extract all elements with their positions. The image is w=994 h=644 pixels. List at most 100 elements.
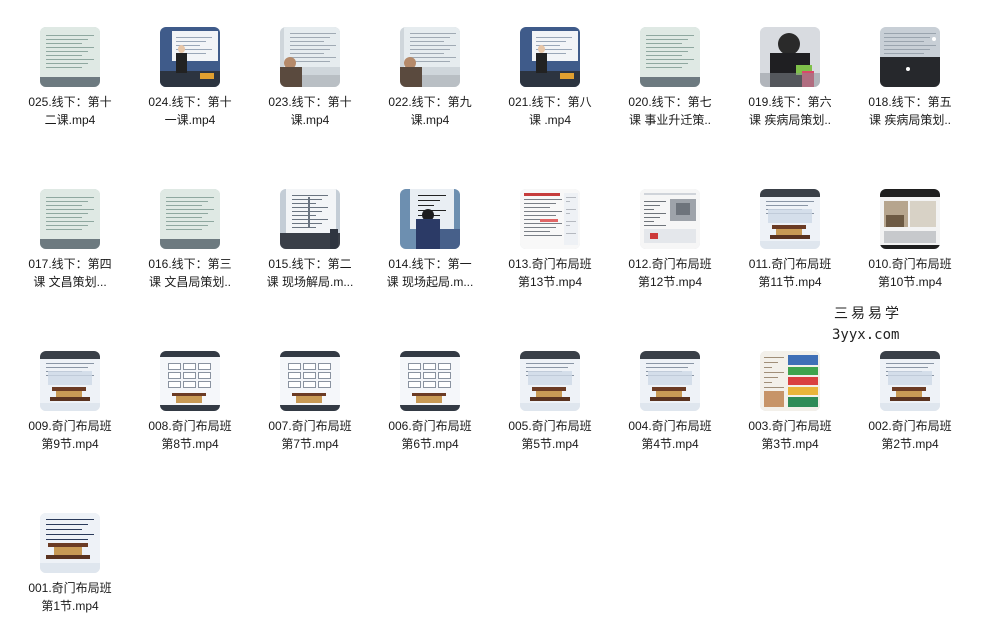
video-thumbnail[interactable] (160, 27, 220, 87)
file-name-line1: 009.奇门布局班 (28, 419, 112, 433)
file-item[interactable]: 023.线下：第十 课.mp4 (255, 27, 365, 177)
file-item[interactable]: 002.奇门布局班 第2节.mp4 (855, 351, 965, 501)
file-name: 020.线下：第七课 事业升迁策.. (615, 93, 725, 129)
file-name-line1: 005.奇门布局班 (508, 419, 592, 433)
file-name: 017.线下：第四课 文昌策划... (15, 255, 125, 291)
video-thumbnail[interactable] (40, 27, 100, 87)
file-name-line1: 019.线下：第六 (748, 95, 832, 109)
video-thumbnail[interactable] (640, 351, 700, 411)
video-thumbnail[interactable] (280, 27, 340, 87)
file-name-line1: 003.奇门布局班 (748, 419, 832, 433)
file-name-line2: 一课.mp4 (164, 113, 216, 127)
file-name-line2: 第12节.mp4 (637, 275, 703, 289)
file-name-line2: 课 疾病局策划.. (868, 113, 951, 127)
video-thumbnail[interactable] (640, 189, 700, 249)
file-item[interactable]: 005.奇门布局班 第5节.mp4 (495, 351, 605, 501)
video-thumbnail[interactable] (520, 189, 580, 249)
video-thumbnail[interactable] (160, 189, 220, 249)
video-thumbnail[interactable] (280, 351, 340, 411)
file-name: 009.奇门布局班 第9节.mp4 (15, 417, 125, 453)
file-name-line2: 第1节.mp4 (41, 599, 99, 613)
video-thumbnail[interactable] (520, 351, 580, 411)
file-name-line1: 016.线下：第三 (148, 257, 232, 271)
file-name-line2: 课.mp4 (290, 113, 330, 127)
video-thumbnail[interactable] (880, 189, 940, 249)
file-name-line2: 第7节.mp4 (281, 437, 339, 451)
file-item[interactable]: 024.线下：第十 一课.mp4 (135, 27, 245, 177)
video-thumbnail[interactable] (160, 351, 220, 411)
video-thumbnail[interactable] (880, 351, 940, 411)
file-item[interactable]: 016.线下：第三课 文昌局策划.. (135, 189, 245, 339)
video-thumbnail[interactable] (880, 27, 940, 87)
file-item[interactable]: 020.线下：第七课 事业升迁策.. (615, 27, 725, 177)
file-name-line2: 第13节.mp4 (517, 275, 583, 289)
file-name-line1: 011.奇门布局班 (748, 257, 832, 271)
file-name-line2: 课 .mp4 (528, 113, 571, 127)
file-name: 014.线下：第一课 现场起局.m... (375, 255, 485, 291)
file-name: 004.奇门布局班 第4节.mp4 (615, 417, 725, 453)
file-name-line1: 010.奇门布局班 (868, 257, 952, 271)
file-name-line1: 007.奇门布局班 (268, 419, 352, 433)
file-item[interactable]: 013.奇门布局班 第13节.mp4 (495, 189, 605, 339)
file-name-line1: 014.线下：第一 (388, 257, 472, 271)
file-item[interactable]: 025.线下：第十 二课.mp4 (15, 27, 125, 177)
file-name-line1: 004.奇门布局班 (628, 419, 712, 433)
video-thumbnail[interactable] (400, 27, 460, 87)
video-thumbnail[interactable] (40, 351, 100, 411)
file-item[interactable]: 014.线下：第一课 现场起局.m... (375, 189, 485, 339)
file-name-line1: 018.线下：第五 (868, 95, 952, 109)
file-name: 013.奇门布局班 第13节.mp4 (495, 255, 605, 291)
video-thumbnail[interactable] (40, 189, 100, 249)
file-name-line2: 第4节.mp4 (641, 437, 699, 451)
file-name: 006.奇门布局班 第6节.mp4 (375, 417, 485, 453)
video-thumbnail[interactable] (760, 351, 820, 411)
file-name-line2: 第3节.mp4 (761, 437, 819, 451)
video-thumbnail[interactable] (400, 189, 460, 249)
file-name-line2: 课 疾病局策划.. (748, 113, 831, 127)
file-item[interactable]: 003.奇门布局班 第3节.mp4 (735, 351, 845, 501)
file-item[interactable]: 018.线下：第五课 疾病局策划.. (855, 27, 965, 177)
file-name: 016.线下：第三课 文昌局策划.. (135, 255, 245, 291)
video-thumbnail[interactable] (280, 189, 340, 249)
file-name-line1: 001.奇门布局班 (28, 581, 112, 595)
file-name-line2: 第9节.mp4 (41, 437, 99, 451)
file-name-line2: 课.mp4 (410, 113, 450, 127)
video-thumbnail[interactable] (400, 351, 460, 411)
watermark: 三易易学 3yyx.com (820, 303, 920, 343)
file-name: 001.奇门布局班 第1节.mp4 (15, 579, 125, 615)
file-name-line2: 第8节.mp4 (161, 437, 219, 451)
file-item[interactable]: 012.奇门布局班 第12节.mp4 (615, 189, 725, 339)
file-name-line2: 课 现场解局.m... (266, 275, 354, 289)
file-item[interactable]: 001.奇门布局班 第1节.mp4 (15, 513, 125, 644)
file-item[interactable]: 015.线下：第二课 现场解局.m... (255, 189, 365, 339)
file-name-line2: 第10节.mp4 (877, 275, 943, 289)
video-thumbnail[interactable] (640, 27, 700, 87)
file-name-line2: 第11节.mp4 (758, 275, 822, 289)
file-item[interactable]: 007.奇门布局班 第7节.mp4 (255, 351, 365, 501)
file-item[interactable]: 009.奇门布局班 第9节.mp4 (15, 351, 125, 501)
file-item[interactable]: 019.线下：第六课 疾病局策划.. (735, 27, 845, 177)
file-name: 003.奇门布局班 第3节.mp4 (735, 417, 845, 453)
video-thumbnail[interactable] (520, 27, 580, 87)
watermark-chinese: 三易易学 (834, 306, 902, 322)
file-name-line2: 课 现场起局.m... (386, 275, 474, 289)
file-item[interactable]: 008.奇门布局班 第8节.mp4 (135, 351, 245, 501)
file-name-line1: 012.奇门布局班 (628, 257, 712, 271)
file-name: 005.奇门布局班 第5节.mp4 (495, 417, 605, 453)
file-name: 018.线下：第五课 疾病局策划.. (855, 93, 965, 129)
file-name-line1: 008.奇门布局班 (148, 419, 232, 433)
file-item[interactable]: 017.线下：第四课 文昌策划... (15, 189, 125, 339)
file-name-line1: 024.线下：第十 (148, 95, 232, 109)
file-name-line1: 002.奇门布局班 (868, 419, 952, 433)
video-thumbnail[interactable] (40, 513, 100, 573)
file-name: 015.线下：第二课 现场解局.m... (255, 255, 365, 291)
file-name: 007.奇门布局班 第7节.mp4 (255, 417, 365, 453)
file-item[interactable]: 006.奇门布局班 第6节.mp4 (375, 351, 485, 501)
video-thumbnail[interactable] (760, 189, 820, 249)
file-item[interactable]: 022.线下：第九 课.mp4 (375, 27, 485, 177)
video-thumbnail[interactable] (760, 27, 820, 87)
file-name: 012.奇门布局班 第12节.mp4 (615, 255, 725, 291)
file-item[interactable]: 004.奇门布局班 第4节.mp4 (615, 351, 725, 501)
file-name-line2: 第5节.mp4 (521, 437, 579, 451)
file-item[interactable]: 021.线下：第八课 .mp4 (495, 27, 605, 177)
